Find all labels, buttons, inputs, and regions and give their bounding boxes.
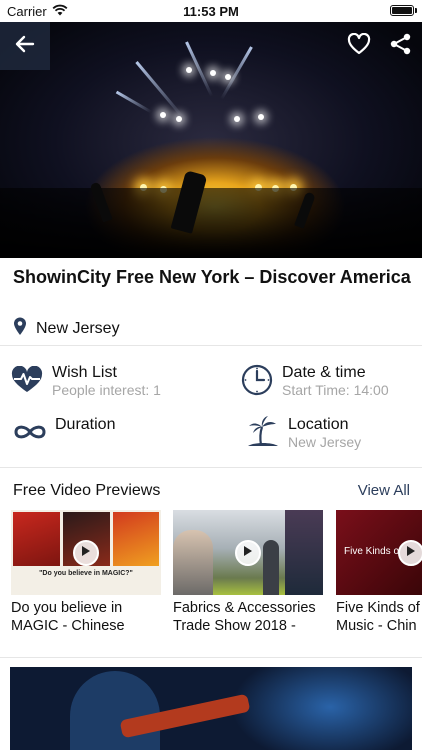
datetime-label: Date & time (282, 364, 366, 381)
play-button[interactable] (235, 540, 261, 566)
infinity-icon (13, 415, 47, 449)
thumb-person (173, 530, 213, 595)
play-button[interactable] (73, 540, 99, 566)
thumb-text: Five Kinds o (344, 546, 400, 557)
thumb-text: "Do you believe in MAGIC?" (39, 570, 133, 577)
battery-icon (390, 5, 414, 16)
start-time: Start Time: 14:00 (282, 382, 389, 398)
video-section-header: Free Video Previews View All (13, 482, 410, 500)
video-thumbnail: Five Kinds o (336, 510, 422, 595)
stage-beam (220, 46, 253, 100)
video-caption-line2: Trade Show 2018 - (173, 618, 296, 634)
stage-light (186, 67, 192, 73)
video-thumbnail (173, 510, 323, 595)
thumb-person (263, 540, 279, 595)
video-caption-line2: MAGIC - Chinese (11, 618, 125, 634)
favorite-button[interactable] (345, 32, 373, 60)
wishlist-label: Wish List (52, 364, 117, 381)
video-card[interactable]: Five Kinds o Five Kinds of Music - Chin (336, 510, 422, 635)
duration-label: Duration (55, 416, 116, 433)
view-all-link[interactable]: View All (358, 482, 410, 500)
video-card[interactable]: "Do you believe in MAGIC?" Do you believ… (11, 510, 161, 635)
event-place-row: New Jersey (13, 317, 120, 341)
back-arrow-icon (15, 35, 35, 58)
video-caption-line1: Five Kinds of (336, 600, 420, 616)
video-thumbnail: "Do you believe in MAGIC?" (11, 510, 161, 595)
location-label: Location (288, 416, 349, 433)
back-button[interactable] (0, 22, 50, 70)
stage-beam (115, 90, 152, 114)
wishlist-item[interactable]: Wish List People interest: 1 (10, 363, 161, 399)
stage-light (176, 116, 182, 122)
event-place: New Jersey (36, 320, 120, 337)
stage-light (234, 116, 240, 122)
divider (0, 345, 422, 346)
video-card[interactable]: Fabrics & Accessories Trade Show 2018 - (173, 510, 323, 635)
featured-banner-image[interactable] (10, 667, 412, 750)
datetime-item: Date & time Start Time: 14:00 (240, 363, 389, 399)
event-title: ShowinCity Free New York – Discover Amer… (13, 267, 411, 287)
duration-item: Duration (13, 415, 115, 449)
stage-light (225, 74, 231, 80)
map-pin-icon (13, 317, 27, 341)
location-item[interactable]: Location New Jersey (246, 415, 361, 451)
stage-light (210, 70, 216, 76)
thumb-panel (285, 510, 323, 595)
play-icon (81, 544, 91, 562)
heart-pulse-icon (10, 363, 44, 397)
battery-tip (415, 8, 417, 13)
status-bar: Carrier 11:53 PM (0, 0, 422, 22)
play-button[interactable] (398, 540, 422, 566)
video-caption-line1: Do you believe in (11, 600, 123, 616)
palm-island-icon (246, 415, 280, 449)
divider (0, 467, 422, 468)
divider (0, 657, 422, 658)
crowd-silhouette (0, 188, 422, 258)
share-button[interactable] (387, 32, 415, 60)
clock-time: 11:53 PM (183, 4, 239, 19)
thumb-panel (13, 512, 60, 566)
thumb-panel (113, 512, 159, 566)
location-value: New Jersey (288, 434, 362, 450)
video-section-title: Free Video Previews (13, 482, 161, 499)
stage-light (160, 112, 166, 118)
play-icon (406, 544, 416, 562)
clock-icon (240, 363, 274, 397)
share-icon (390, 33, 412, 60)
video-caption-line2: Music - Chin (336, 618, 417, 634)
heart-outline-icon (347, 32, 371, 60)
event-hero-image (0, 22, 422, 258)
wishlist-count: People interest: 1 (52, 382, 161, 398)
video-caption-line1: Fabrics & Accessories (173, 600, 316, 616)
stage-light (258, 114, 264, 120)
play-icon (243, 544, 253, 562)
banner-person (70, 671, 160, 750)
